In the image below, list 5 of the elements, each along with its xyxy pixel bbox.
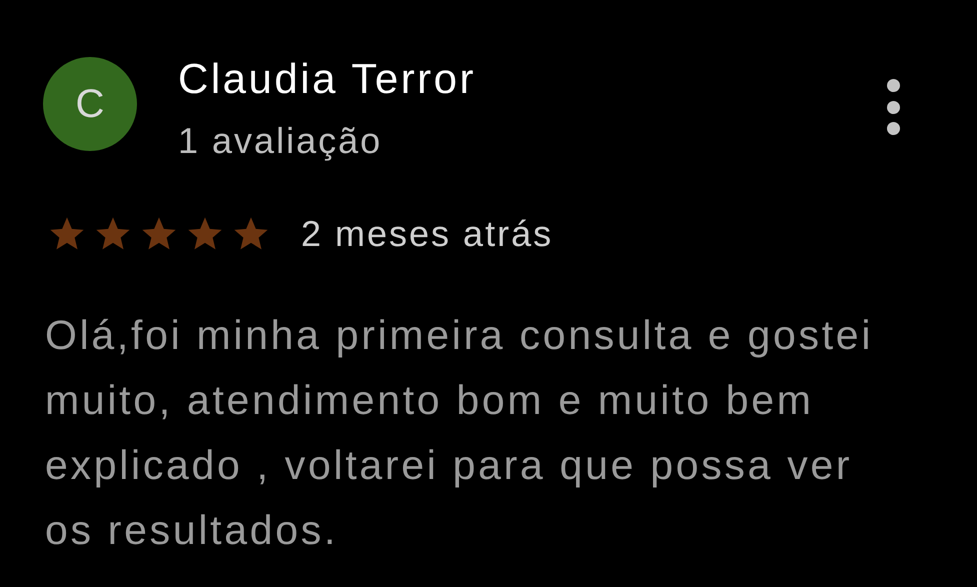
review-time: 2 meses atrás: [301, 212, 554, 256]
avatar: C: [43, 57, 137, 151]
author-name: Claudia Terror: [178, 57, 478, 101]
review-count: 1 avaliação: [178, 121, 384, 161]
review-text: Olá,foi minha primeira consulta e gostei muito, atendimento bom e muito bem explicado , voltarei para que possa ver os resultados.: [45, 311, 874, 555]
